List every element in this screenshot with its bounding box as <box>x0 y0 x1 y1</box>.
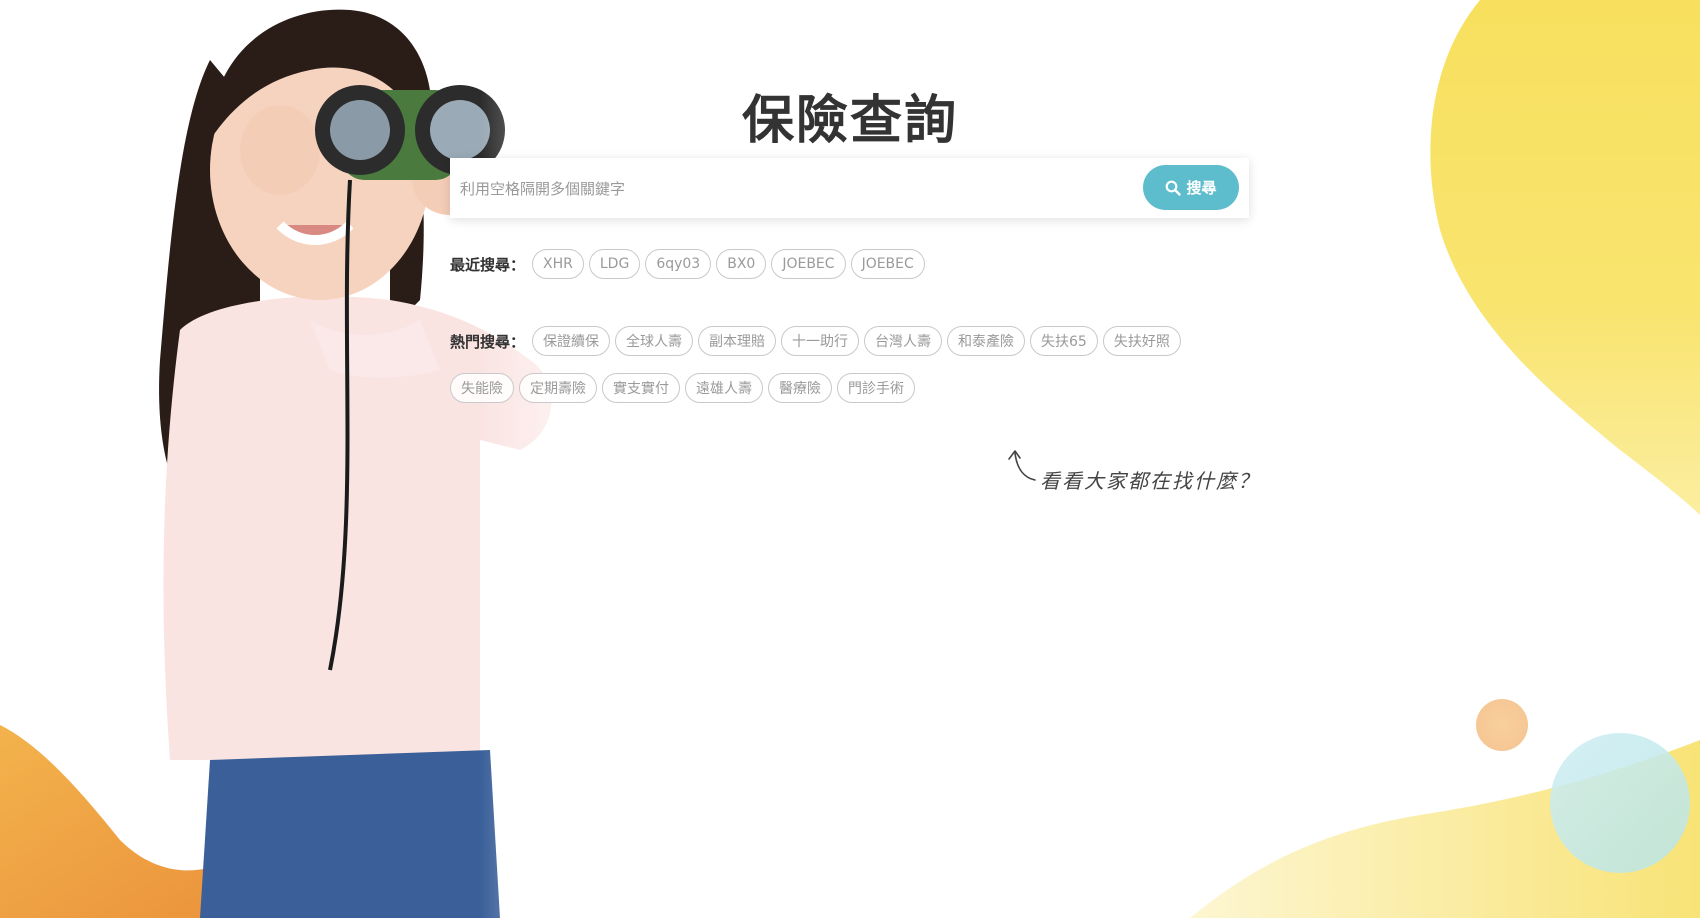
recent-searches: 最近搜尋： XHR LDG 6qy03 BX0 JOEBEC JOEBEC <box>450 249 925 279</box>
popular-tag[interactable]: 保證續保 <box>532 326 611 356</box>
recent-tag[interactable]: XHR <box>532 249 584 279</box>
popular-searches: 熱門搜尋： 保證續保 全球人壽 副本理賠 十一助行 台灣人壽 和泰產險 失扶65… <box>450 326 1181 356</box>
popular-tag[interactable]: 失能險 <box>450 373 514 403</box>
popular-tag[interactable]: 定期壽險 <box>519 373 597 403</box>
popular-tag[interactable]: 實支實付 <box>602 373 680 403</box>
aqua-circle <box>1550 733 1690 873</box>
search-icon <box>1166 180 1182 196</box>
popular-tag[interactable]: 遠雄人壽 <box>685 373 763 403</box>
recent-tag[interactable]: JOEBEC <box>771 249 846 279</box>
popular-searches-label: 熱門搜尋： <box>450 332 526 351</box>
popular-tag[interactable]: 失扶65 <box>1030 326 1098 356</box>
popular-tag[interactable]: 失扶好照 <box>1102 326 1181 356</box>
page-title: 保險查詢 <box>741 91 958 151</box>
arrow-up-left-icon <box>1008 450 1036 481</box>
recent-tag[interactable]: BX0 <box>716 249 767 279</box>
popular-tag[interactable]: 全球人壽 <box>615 326 694 356</box>
search-button[interactable]: 搜尋 <box>1143 165 1239 210</box>
popular-tag[interactable]: 台灣人壽 <box>864 326 943 356</box>
popular-searches-row2: 失能險 定期壽險 實支實付 遠雄人壽 醫療險 門診手術 <box>450 373 915 403</box>
recent-tag[interactable]: 6qy03 <box>645 249 712 279</box>
popular-tag[interactable]: 門診手術 <box>837 373 915 403</box>
recent-tag[interactable]: LDG <box>588 249 641 279</box>
hint-text: 看看大家都在找什麼？ <box>1040 469 1260 493</box>
search-bar: 搜尋 <box>450 158 1249 220</box>
popular-tag[interactable]: 副本理賠 <box>698 326 777 356</box>
recent-searches-label: 最近搜尋： <box>450 255 526 274</box>
search-input[interactable] <box>458 158 1142 220</box>
recent-tag[interactable]: JOEBEC <box>850 249 925 279</box>
popular-tag[interactable]: 和泰產險 <box>947 326 1026 356</box>
peach-circle <box>1476 699 1528 751</box>
popular-tag[interactable]: 醫療險 <box>768 373 832 403</box>
search-button-label: 搜尋 <box>1186 179 1217 197</box>
popular-tag[interactable]: 十一助行 <box>781 326 860 356</box>
